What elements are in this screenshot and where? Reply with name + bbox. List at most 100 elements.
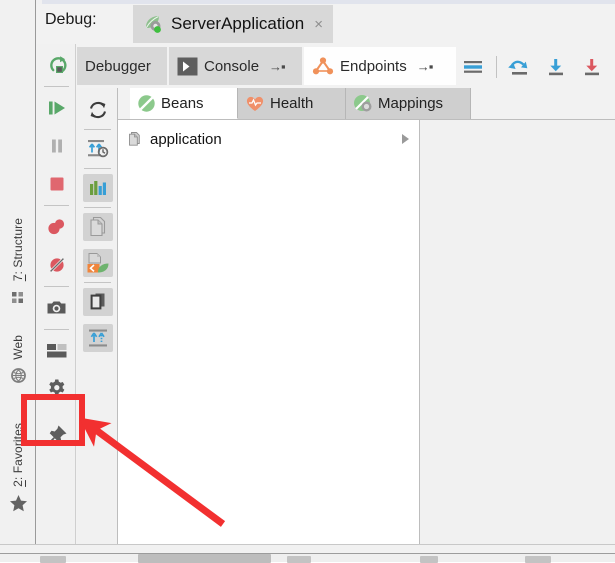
endpoints-view-toolbar xyxy=(77,88,118,552)
os-taskbar-fragment xyxy=(0,553,615,563)
step-into-icon xyxy=(549,59,563,76)
force-step-into-button[interactable] xyxy=(575,51,609,83)
structure-icon xyxy=(8,287,28,307)
sidebar-item-structure[interactable]: 7: Structure xyxy=(0,218,36,307)
group-beans-button[interactable] xyxy=(77,284,118,320)
sidebar-item-structure-label: 7: Structure xyxy=(11,218,25,282)
resume-program-icon xyxy=(48,101,65,115)
idea-debug-window: Debug: ServerApplication × 7: Structure … xyxy=(0,0,615,563)
update-running-app-icon xyxy=(83,135,113,163)
pause-button[interactable] xyxy=(37,127,76,165)
sidebar-item-web-label: Web xyxy=(11,335,25,360)
dock-arrow-icon[interactable]: →▪ xyxy=(269,59,286,74)
debug-actions-toolbar xyxy=(37,44,76,552)
tab-console[interactable]: Console →▪ xyxy=(169,47,302,85)
tab-mappings-label: Mappings xyxy=(378,95,444,112)
tab-console-label: Console xyxy=(204,57,260,75)
pin-button[interactable] xyxy=(37,416,76,454)
refresh-button[interactable] xyxy=(77,92,118,128)
step-over-button[interactable] xyxy=(503,51,537,83)
screenshot-button[interactable] xyxy=(37,289,76,327)
rerun-icon xyxy=(49,56,67,73)
step-over-icon xyxy=(508,60,528,75)
restore-layout-icon xyxy=(46,344,66,358)
toolbar-divider xyxy=(43,86,69,87)
mute-breakpoints-button[interactable] xyxy=(37,246,76,284)
stop-icon xyxy=(50,177,63,191)
copy-beans-button[interactable] xyxy=(77,209,118,245)
toolbar-divider xyxy=(496,56,497,78)
beans-tree-panel[interactable]: application xyxy=(118,120,420,544)
tree-row-label: application xyxy=(150,130,222,148)
tab-beans-label: Beans xyxy=(161,94,204,112)
toolbar-divider xyxy=(43,286,69,287)
endpoints-icon xyxy=(312,56,334,76)
update-endpoints-button[interactable] xyxy=(77,131,118,167)
step-into-button[interactable] xyxy=(539,51,573,83)
resume-button[interactable] xyxy=(37,89,76,127)
bottom-edge-strip xyxy=(0,544,615,552)
dock-arrow-icon[interactable]: →▪ xyxy=(417,59,434,74)
copy-pages-icon xyxy=(82,213,113,241)
settings-button[interactable] xyxy=(37,370,76,408)
pause-program-icon xyxy=(51,139,62,153)
rerun-button[interactable] xyxy=(37,46,76,84)
toolbar-divider xyxy=(83,207,111,208)
endpoints-subtab-row: Beans Health Mappings xyxy=(118,88,615,120)
tab-mappings[interactable]: Mappings xyxy=(346,88,471,119)
close-icon[interactable]: × xyxy=(314,17,323,32)
toolbar-divider xyxy=(83,168,111,169)
metrics-button[interactable] xyxy=(77,170,118,206)
view-breakpoints-button[interactable] xyxy=(37,208,76,246)
pin-icon xyxy=(46,425,66,446)
beans-icon xyxy=(137,94,156,113)
spring-bean-icon xyxy=(82,249,113,277)
layout-button[interactable] xyxy=(37,332,76,370)
toolbar-divider xyxy=(43,329,69,330)
expand-collapse-button[interactable] xyxy=(77,320,118,356)
spring-beans-button[interactable] xyxy=(77,245,118,281)
stacked-layers-icon xyxy=(82,288,113,316)
tree-row-application[interactable]: application xyxy=(118,126,419,152)
star-icon xyxy=(8,493,28,513)
run-configuration-tab[interactable]: ServerApplication × xyxy=(133,5,334,43)
camera-icon xyxy=(47,301,65,314)
show-execution-point-button[interactable] xyxy=(456,51,490,83)
gear-icon xyxy=(48,379,66,398)
debug-header: Debug: ServerApplication × xyxy=(36,4,615,44)
tab-health-label: Health xyxy=(270,95,314,112)
refresh-icon xyxy=(83,96,113,124)
mute-breakpoints-icon xyxy=(49,258,64,272)
tab-endpoints-label: Endpoints xyxy=(340,57,407,75)
sidebar-item-web[interactable]: Web xyxy=(0,335,36,386)
run-configuration-name: ServerApplication xyxy=(171,14,305,33)
spring-boot-leaf-icon xyxy=(142,14,164,34)
execution-point-icon xyxy=(464,61,482,73)
toolbar-divider xyxy=(83,129,111,130)
toolbar-divider xyxy=(83,282,111,283)
tab-debugger[interactable]: Debugger xyxy=(77,47,167,85)
debug-label: Debug: xyxy=(45,11,97,28)
debug-tab-row: Debugger Console →▪ Endpoints →▪ xyxy=(77,44,615,88)
mappings-icon xyxy=(353,94,373,113)
view-breakpoints-icon xyxy=(47,219,64,235)
sidebar-item-favorites[interactable]: 2: Favorites xyxy=(0,423,36,513)
expand-all-icon xyxy=(82,324,113,352)
force-step-into-icon xyxy=(585,59,599,76)
tab-beans[interactable]: Beans xyxy=(130,88,238,119)
tab-health[interactable]: Health xyxy=(238,88,346,119)
sidebar-item-favorites-label: 2: Favorites xyxy=(11,423,25,487)
module-stack-icon xyxy=(126,131,143,148)
expand-triangle-icon[interactable] xyxy=(402,134,409,144)
tab-endpoints[interactable]: Endpoints →▪ xyxy=(304,47,456,85)
toolbar-divider xyxy=(43,205,69,206)
bar-chart-icon xyxy=(82,174,113,202)
web-globe-icon xyxy=(8,366,28,386)
tab-row-actions xyxy=(456,50,609,84)
left-tool-strip: 7: Structure Web 2: Favorites xyxy=(0,0,36,552)
tab-debugger-label: Debugger xyxy=(85,57,151,75)
stop-button[interactable] xyxy=(37,165,76,203)
bean-detail-panel xyxy=(420,120,615,544)
health-icon xyxy=(245,94,265,113)
console-icon xyxy=(177,57,198,76)
